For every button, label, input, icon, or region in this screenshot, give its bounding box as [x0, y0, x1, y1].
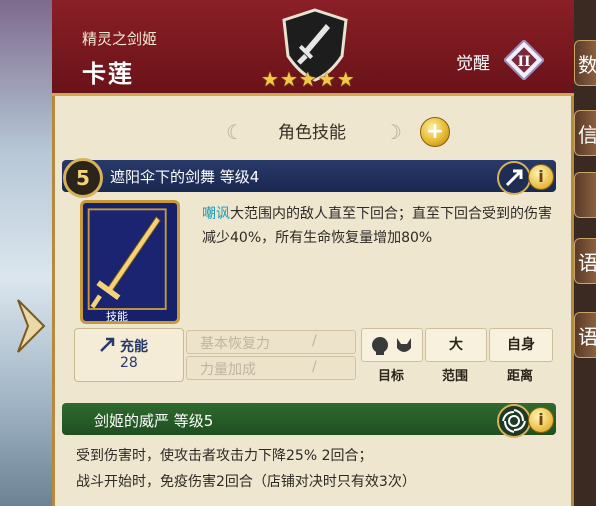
skill1-info-icon[interactable]: i [528, 164, 554, 190]
skill2-info-icon[interactable]: i [528, 407, 554, 433]
charge-value: 28 [120, 355, 138, 371]
skill1-description-text: 大范围内的敌人直至下回合；直至下回合受到的伤害减少40%，所有生命恢复量增加80… [202, 206, 552, 246]
tab-stats[interactable]: 数 [574, 40, 596, 86]
target-enemy-icon [372, 337, 411, 355]
deco-ornament-right: ☽ [384, 120, 402, 144]
range-cell: 大 [425, 328, 487, 362]
star-icon: ★ [279, 67, 298, 91]
awaken-badge-icon[interactable]: II [504, 40, 544, 80]
skill2-description: 受到伤害时，使攻击者攻击力下降25% 2回合； 战斗开始时，免疫伤害2回合（店铺… [76, 443, 556, 495]
character-name: 卡莲 [82, 60, 134, 88]
target-cell [361, 328, 423, 362]
charge-label: 充能 [120, 339, 148, 355]
star-icon: ★ [298, 67, 317, 91]
stat-value-power-bonus: / [312, 359, 317, 375]
passive-swirl-icon [497, 404, 531, 438]
skill1-title: 遮阳伞下的剑舞 等级4 [110, 168, 260, 186]
skill-type-icon [497, 161, 531, 195]
tab-voice-2[interactable]: 语 [574, 312, 596, 358]
skill1-card [80, 200, 180, 324]
tab-voice[interactable]: 语 [574, 238, 596, 284]
distance-cell: 自身 [489, 328, 553, 362]
awaken-level: II [517, 54, 530, 70]
skill2-line-2: 战斗开始时，免疫伤害2回合（店铺对决时只有效3次） [76, 474, 416, 490]
character-subtitle: 精灵之剑姬 [82, 30, 158, 48]
deco-ornament-left: ☾ [226, 120, 244, 144]
tab-image[interactable] [574, 172, 596, 218]
charge-icon [100, 337, 115, 352]
star-icon: ★ [336, 67, 355, 91]
background-art [0, 0, 60, 506]
awaken-label: 觉醒 [456, 54, 490, 74]
target-label: 目标 [378, 369, 405, 384]
distance-label: 距离 [507, 369, 534, 384]
skill1-description: 嘲讽大范围内的敌人直至下回合；直至下回合受到的伤害减少40%，所有生命恢复量增加… [202, 202, 558, 250]
skill1-number-badge: 5 [63, 158, 103, 198]
stat-label-base-heal: 基本恢复力 [200, 336, 270, 352]
skill2-line-1: 受到伤害时，使攻击者攻击力下降25% 2回合； [76, 448, 373, 464]
sword-icon [87, 208, 167, 310]
stat-value-base-heal: / [312, 333, 317, 349]
stat-label-power-bonus: 力量加成 [200, 362, 256, 378]
star-icon: ★ [317, 67, 336, 91]
add-skill-button[interactable]: + [420, 117, 450, 147]
section-title: 角色技能 [278, 123, 346, 143]
skill2-title: 剑姬的威严 等级5 [94, 412, 214, 430]
star-rating: ★ ★ ★ ★ ★ [261, 69, 355, 89]
range-label: 范围 [442, 369, 469, 384]
skill1-keyword: 嘲讽 [202, 206, 230, 222]
skill1-card-label: 技能 [106, 310, 128, 323]
left-arrow-icon[interactable] [14, 296, 48, 356]
star-icon: ★ [261, 67, 279, 91]
tab-info[interactable]: 信 [574, 110, 596, 156]
